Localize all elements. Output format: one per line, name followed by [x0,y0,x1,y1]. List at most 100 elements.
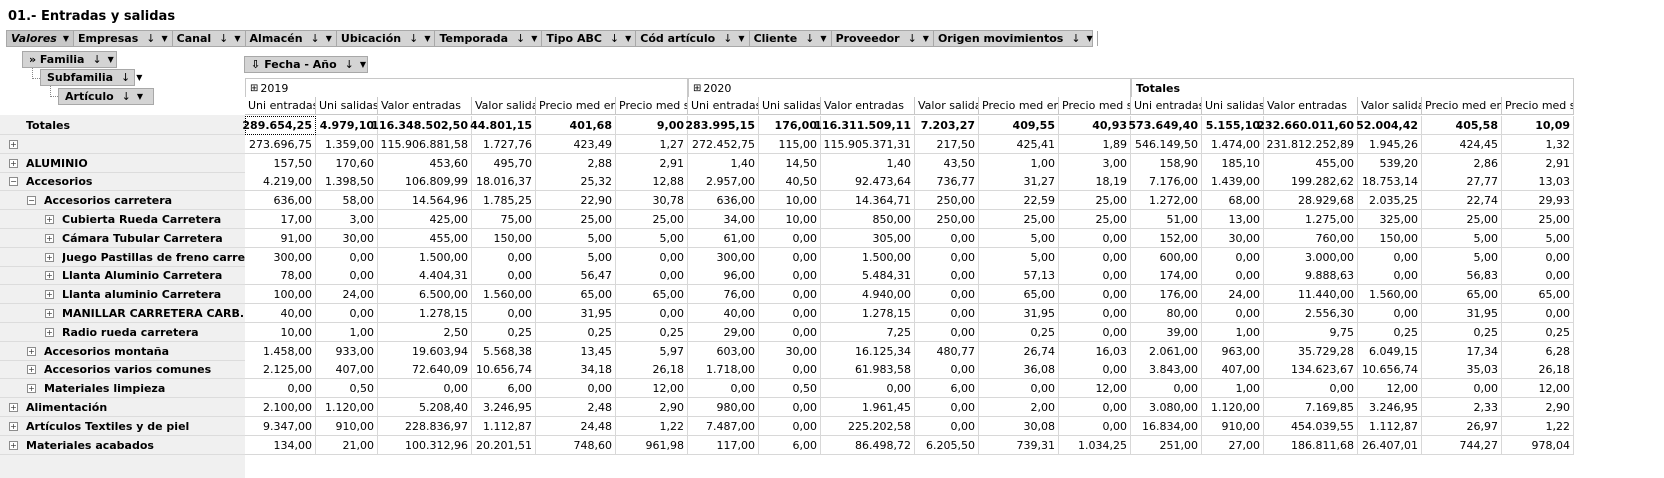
data-cell[interactable]: 10,00 [759,191,821,210]
data-cell[interactable]: 0,00 [759,248,821,267]
data-cell[interactable]: 228.836,97 [378,417,472,436]
data-cell[interactable]: 407,00 [316,360,378,379]
data-cell[interactable]: 26,97 [1422,417,1502,436]
data-cell[interactable]: 12,00 [616,379,688,398]
data-cell[interactable]: 27,77 [1422,172,1502,191]
data-cell[interactable]: 0,00 [979,379,1059,398]
data-cell[interactable]: 980,00 [688,398,759,417]
data-cell[interactable]: 9,75 [1264,323,1358,342]
data-cell[interactable]: 6,00 [472,379,536,398]
data-cell[interactable]: 7.203,27 [915,116,979,135]
expand-icon[interactable]: ⊞ [693,83,701,94]
row-field-subfamilia[interactable]: Subfamilia ↓ ▼ [40,69,142,86]
data-cell[interactable]: 0,00 [1059,229,1131,248]
data-cell[interactable]: 0,00 [472,266,536,285]
column-header[interactable]: Precio med entr [536,97,616,115]
sort-arrow-icon[interactable]: ↓ [121,71,130,84]
data-cell[interactable]: 21,00 [316,436,378,455]
data-cell[interactable]: 0,25 [1422,323,1502,342]
data-cell[interactable]: 0,00 [915,417,979,436]
data-cell[interactable]: 4.219,00 [245,172,316,191]
data-cell[interactable]: 9.888,63 [1264,266,1358,285]
data-cell[interactable]: 0,00 [316,266,378,285]
field-button[interactable]: Cliente ↓ ▼ [750,31,832,46]
data-cell[interactable]: 1,00 [1202,379,1264,398]
data-cell[interactable]: 27,00 [1202,436,1264,455]
data-cell[interactable]: 100.312,96 [378,436,472,455]
collapse-icon[interactable]: − [27,196,36,205]
data-cell[interactable]: 0,00 [316,304,378,323]
data-cell[interactable]: 43,50 [915,154,979,173]
data-cell[interactable]: 28.929,68 [1264,191,1358,210]
data-cell[interactable]: 40,93 [1059,116,1131,135]
data-cell[interactable]: 3,00 [316,210,378,229]
field-button[interactable]: Temporada ↓ ▼ [435,31,543,46]
data-cell[interactable]: 1.120,00 [316,398,378,417]
data-cell[interactable]: 1.275,00 [1264,210,1358,229]
data-cell[interactable]: 2.556,30 [1264,304,1358,323]
data-cell[interactable]: 76,00 [688,285,759,304]
data-cell[interactable]: 0,00 [536,379,616,398]
data-cell[interactable]: 1.398,50 [316,172,378,191]
data-cell[interactable]: 3.843,00 [1131,360,1202,379]
data-cell[interactable]: 0,00 [378,379,472,398]
data-cell[interactable]: 24,00 [316,285,378,304]
data-cell[interactable]: 2,48 [536,398,616,417]
sort-arrow-icon[interactable]: ↓ [409,32,418,45]
data-cell[interactable]: 5,00 [616,229,688,248]
data-cell[interactable]: 75,00 [472,210,536,229]
column-header[interactable]: Uni entradas [688,97,759,115]
data-cell[interactable]: 1.034,25 [1059,436,1131,455]
data-cell[interactable]: 6.500,00 [378,285,472,304]
data-cell[interactable]: 106.809,99 [378,172,472,191]
data-cell[interactable]: 115.905.371,31 [821,135,915,154]
field-button[interactable]: Canal ↓ ▼ [173,31,246,46]
data-cell[interactable]: 22,59 [979,191,1059,210]
data-cell[interactable]: 34,00 [688,210,759,229]
data-cell[interactable]: 0,25 [536,323,616,342]
data-cell[interactable]: 61,00 [688,229,759,248]
data-cell[interactable]: 225.202,58 [821,417,915,436]
data-cell[interactable]: 186.811,68 [1264,436,1358,455]
dropdown-icon[interactable]: ▼ [161,34,167,43]
data-cell[interactable]: 273.696,75 [245,135,316,154]
data-cell[interactable]: 134,00 [245,436,316,455]
data-cell[interactable]: 325,00 [1358,210,1422,229]
expand-icon[interactable]: + [9,159,18,168]
data-cell[interactable]: 2,90 [616,398,688,417]
data-cell[interactable]: 2,91 [616,154,688,173]
column-header[interactable]: Uni entradas [245,97,316,115]
data-cell[interactable]: 12,88 [616,172,688,191]
dropdown-icon[interactable]: ▼ [234,34,240,43]
data-cell[interactable]: 0,00 [1502,266,1574,285]
data-cell[interactable]: 748,60 [536,436,616,455]
data-cell[interactable]: 1.961,45 [821,398,915,417]
data-cell[interactable]: 0,00 [821,379,915,398]
column-header[interactable]: Precio med sal [1502,97,1574,115]
dropdown-icon[interactable]: ▼ [326,34,332,43]
data-cell[interactable]: 31,27 [979,172,1059,191]
data-cell[interactable]: 10.656,74 [472,360,536,379]
data-cell[interactable]: 0,00 [245,379,316,398]
data-cell[interactable]: 0,00 [1131,379,1202,398]
data-cell[interactable]: 91,00 [245,229,316,248]
data-cell[interactable]: 2.125,00 [245,360,316,379]
data-cell[interactable]: 1.359,00 [316,135,378,154]
column-header[interactable]: Uni salidas [316,97,378,115]
column-header[interactable]: Precio med sal [1059,97,1131,115]
data-cell[interactable]: 30,00 [316,229,378,248]
column-header[interactable]: Uni entradas [1131,97,1202,115]
data-cell[interactable]: 185,10 [1202,154,1264,173]
data-cell[interactable]: 3.246,95 [472,398,536,417]
data-cell[interactable]: 25,00 [1422,210,1502,229]
data-cell[interactable]: 0,00 [1202,304,1264,323]
data-cell[interactable]: 2,91 [1502,154,1574,173]
field-button[interactable]: Cód artículo ↓ ▼ [636,31,750,46]
data-cell[interactable]: 65,00 [536,285,616,304]
expand-icon[interactable]: + [27,365,36,374]
data-cell[interactable]: 26.407,01 [1358,436,1422,455]
sort-arrow-icon[interactable]: ↓ [516,32,525,45]
data-cell[interactable]: 16.834,00 [1131,417,1202,436]
column-header[interactable]: Precio med sal [616,97,688,115]
data-cell[interactable]: 61.983,58 [821,360,915,379]
